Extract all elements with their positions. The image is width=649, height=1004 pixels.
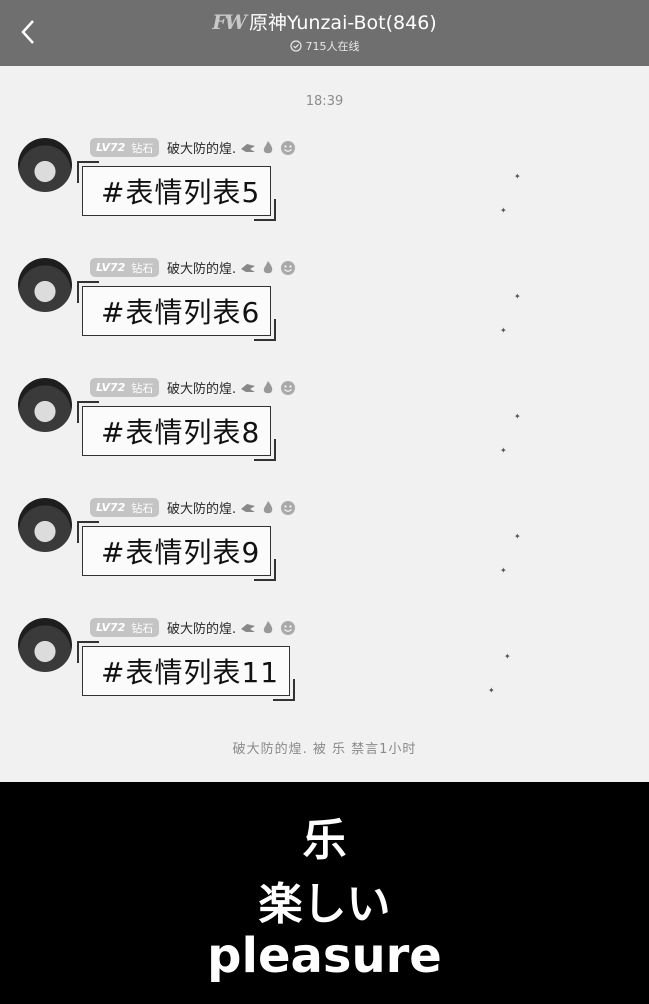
group-title: 原神Yunzai-Bot(846): [248, 12, 437, 34]
rank-label: 钻石: [131, 621, 154, 635]
sparkle-icon: ✦: [500, 566, 507, 575]
smile-badge-icon: [281, 140, 296, 155]
sparkle-icon: ✦: [488, 686, 495, 695]
sender-name-row[interactable]: 破大防的煌.: [167, 498, 296, 517]
level-badge: LV72 钻石: [90, 378, 160, 397]
chat-header: FW 原神Yunzai-Bot(846) 715人在线: [0, 0, 649, 66]
rank-label: 钻石: [131, 261, 154, 275]
caption-overlay: 乐 楽しい pleasure: [0, 782, 649, 1004]
message-bubble[interactable]: #表情列表5: [76, 161, 277, 221]
level-label: LV72: [96, 501, 126, 514]
message-bubble[interactable]: #表情列表9: [76, 521, 277, 581]
sparkle-icon: ✦: [514, 412, 521, 421]
sparkle-icon: ✦: [514, 532, 521, 541]
caption-line: 乐: [302, 815, 347, 866]
avatar[interactable]: [18, 618, 72, 672]
level-badge: LV72 钻石: [90, 618, 160, 637]
chat-message: LV72 钻石 破大防的煌. #表情列表11 ✦ ✦: [0, 612, 649, 722]
online-count: 715人在线: [305, 40, 360, 53]
level-badge: LV72 钻石: [90, 138, 160, 157]
dragon-badge-icon: [241, 143, 256, 152]
rank-label: 钻石: [131, 141, 154, 155]
sender-name: 破大防的煌.: [167, 142, 237, 157]
dragon-badge-icon: [241, 383, 256, 392]
level-badge: LV72 钻石: [90, 498, 160, 517]
dragon-badge-icon: [241, 263, 256, 272]
avatar[interactable]: [18, 258, 72, 312]
sender-name-row[interactable]: 破大防的煌.: [167, 258, 296, 277]
message-bubble[interactable]: #表情列表8: [76, 401, 277, 461]
sparkle-icon: ✦: [500, 206, 507, 215]
message-timestamp: 18:39: [305, 94, 344, 109]
rank-label: 钻石: [131, 381, 154, 395]
check-circle-icon: [289, 40, 302, 52]
level-label: LV72: [96, 141, 126, 154]
system-mute-notice: 破大防的煌. 被 乐 禁言1小时: [232, 742, 417, 757]
flame-badge-icon: [263, 260, 273, 273]
group-logo: FW: [212, 9, 247, 34]
level-label: LV72: [96, 381, 126, 394]
caption-line: pleasure: [207, 928, 442, 984]
sender-name-row[interactable]: 破大防的煌.: [167, 378, 296, 397]
avatar[interactable]: [18, 378, 72, 432]
message-bubble[interactable]: #表情列表6: [76, 281, 277, 341]
message-bubble[interactable]: #表情列表11: [76, 641, 296, 701]
message-list[interactable]: 18:39 LV72 钻石 破大防的煌. #表情列表5 ✦ ✦ LV72 钻石: [0, 66, 649, 782]
sparkle-icon: ✦: [500, 326, 507, 335]
chat-message: LV72 钻石 破大防的煌. #表情列表5 ✦ ✦: [0, 132, 649, 242]
sender-name: 破大防的煌.: [167, 262, 237, 277]
sparkle-icon: ✦: [500, 446, 507, 455]
caption-line: 楽しい: [258, 879, 391, 930]
flame-badge-icon: [263, 140, 273, 153]
sender-name: 破大防的煌.: [167, 502, 237, 517]
dragon-badge-icon: [241, 623, 256, 632]
sparkle-icon: ✦: [514, 172, 521, 181]
sender-name: 破大防的煌.: [167, 622, 237, 637]
smile-badge-icon: [281, 260, 296, 275]
sparkle-icon: ✦: [514, 292, 521, 301]
sender-name-row[interactable]: 破大防的煌.: [167, 618, 296, 637]
chat-message: LV72 钻石 破大防的煌. #表情列表8 ✦ ✦: [0, 372, 649, 482]
flame-badge-icon: [263, 500, 273, 513]
chat-screen: FW 原神Yunzai-Bot(846) 715人在线 18:39 LV72 钻…: [0, 0, 649, 1004]
flame-badge-icon: [263, 620, 273, 633]
level-badge: LV72 钻石: [90, 258, 160, 277]
smile-badge-icon: [281, 620, 296, 635]
sparkle-icon: ✦: [504, 652, 511, 661]
avatar[interactable]: [18, 498, 72, 552]
online-status: 715人在线: [0, 38, 649, 54]
dragon-badge-icon: [241, 503, 256, 512]
chat-message: LV72 钻石 破大防的煌. #表情列表6 ✦ ✦: [0, 252, 649, 362]
level-label: LV72: [96, 261, 126, 274]
sender-name-row[interactable]: 破大防的煌.: [167, 138, 296, 157]
smile-badge-icon: [281, 380, 296, 395]
rank-label: 钻石: [131, 501, 154, 515]
avatar[interactable]: [18, 138, 72, 192]
flame-badge-icon: [263, 380, 273, 393]
group-title-area[interactable]: FW 原神Yunzai-Bot(846): [0, 8, 649, 35]
chat-message: LV72 钻石 破大防的煌. #表情列表9 ✦ ✦: [0, 492, 649, 602]
smile-badge-icon: [281, 500, 296, 515]
level-label: LV72: [96, 621, 126, 634]
sender-name: 破大防的煌.: [167, 382, 237, 397]
